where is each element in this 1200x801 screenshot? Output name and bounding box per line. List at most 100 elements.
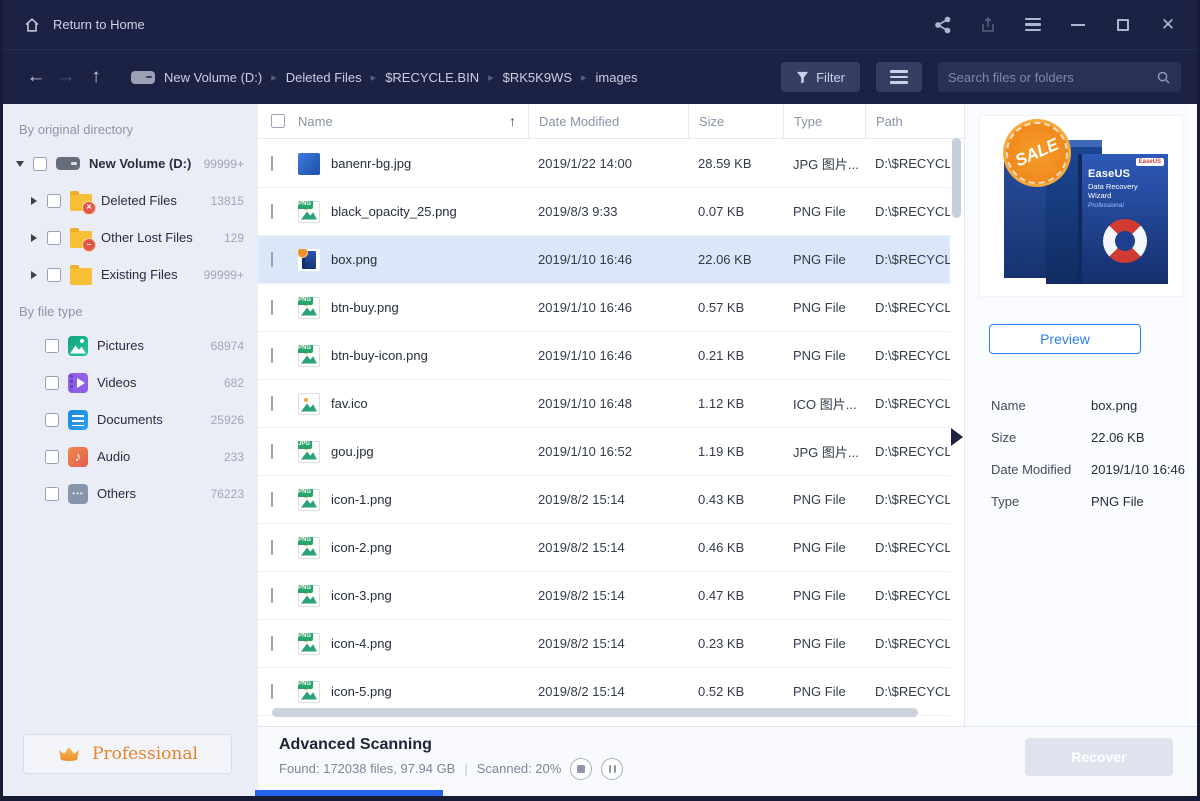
sidebar-item-videos[interactable]: Videos 682 xyxy=(3,364,258,401)
sidebar-item-other-lost-files[interactable]: Other Lost Files 129 xyxy=(3,219,258,256)
expander-down-icon[interactable] xyxy=(15,161,24,167)
file-count: 25926 xyxy=(210,412,244,427)
horizontal-scrollbar[interactable] xyxy=(272,708,918,717)
search-box[interactable] xyxy=(938,62,1181,92)
up-button[interactable]: ↑ xyxy=(81,66,111,88)
table-row-btn-buy-icon-png[interactable]: PNG btn-buy-icon.png 2019/1/10 16:46 0.21 K… xyxy=(258,332,950,380)
stop-scan-button[interactable] xyxy=(570,757,593,780)
select-all-checkbox[interactable] xyxy=(271,114,285,128)
sidebar-item-others[interactable]: Others 76223 xyxy=(3,475,258,512)
file-type: JPG 图片... xyxy=(793,445,859,460)
tree-checkbox[interactable] xyxy=(33,156,47,171)
sort-ascending-icon[interactable]: ↑ xyxy=(509,113,516,129)
table-row-icon-4-png[interactable]: PNG icon-4.png 2019/8/2 15:14 0.23 KB PNG Fi… xyxy=(258,620,950,668)
sidebar-item-audio[interactable]: Audio 233 xyxy=(3,438,258,475)
documents-icon xyxy=(68,409,88,430)
filter-button[interactable]: Filter xyxy=(781,62,860,92)
back-button[interactable]: ← xyxy=(21,66,51,88)
collapse-panel-arrow-icon[interactable] xyxy=(951,428,963,446)
row-checkbox[interactable] xyxy=(271,444,273,459)
column-header-type[interactable]: Type xyxy=(783,104,865,138)
expander-right-icon[interactable] xyxy=(29,234,38,242)
type-checkbox[interactable] xyxy=(45,486,59,501)
table-row-banenr-bg-jpg[interactable]: banenr-bg.jpg 2019/1/22 14:00 28.59 KB JPG … xyxy=(258,140,950,188)
table-row-fav-ico[interactable]: fav.ico 2019/1/10 16:48 1.12 KB ICO 图片... D:… xyxy=(258,380,950,428)
breadcrumb-item-deleted-files[interactable]: Deleted Files xyxy=(286,70,362,85)
row-checkbox[interactable] xyxy=(271,492,273,507)
column-header-date-modified[interactable]: Date Modified xyxy=(528,104,688,138)
column-header-size[interactable]: Size xyxy=(688,104,783,138)
view-options-button[interactable] xyxy=(876,62,922,92)
type-checkbox[interactable] xyxy=(45,412,59,427)
close-button[interactable]: ✕ xyxy=(1159,16,1177,34)
tree-checkbox[interactable] xyxy=(47,230,61,245)
file-count: 99999+ xyxy=(203,267,244,282)
preview-button[interactable]: Preview xyxy=(989,324,1141,354)
sidebar-item-existing-files[interactable]: Existing Files 99999+ xyxy=(3,256,258,293)
file-count: 682 xyxy=(223,375,244,390)
file-type: PNG File xyxy=(793,492,846,507)
table-row-btn-buy-png[interactable]: PNG btn-buy.png 2019/1/10 16:46 0.57 KB PNG … xyxy=(258,284,950,332)
minimize-button[interactable] xyxy=(1069,16,1087,34)
type-checkbox[interactable] xyxy=(45,449,59,464)
sidebar-item-documents[interactable]: Documents 25926 xyxy=(3,401,258,438)
return-to-home-button[interactable]: Return to Home xyxy=(53,17,145,32)
file-name: icon-3.png xyxy=(331,588,392,603)
tree-checkbox[interactable] xyxy=(47,267,61,282)
tree-checkbox[interactable] xyxy=(47,193,61,208)
chevron-right-icon: ▸ xyxy=(271,71,277,84)
search-input[interactable] xyxy=(948,69,1156,85)
breadcrumb-item-new-volume-d[interactable]: New Volume (D:) xyxy=(164,70,262,85)
maximize-button[interactable] xyxy=(1114,16,1132,34)
type-checkbox[interactable] xyxy=(45,338,59,353)
table-row-gou-jpg[interactable]: JPG gou.jpg 2019/1/10 16:52 1.19 KB JPG 图片..… xyxy=(258,428,950,476)
file-format-badge: JPG xyxy=(298,440,313,449)
app-menu-icon[interactable] xyxy=(1024,16,1042,34)
expander-right-icon[interactable] xyxy=(29,271,38,279)
sidebar-item-new-volume-d[interactable]: New Volume (D:) 99999+ xyxy=(3,145,258,182)
app-window: Return to Home ✕ ← → ↑ New Volume (D:) ▸… xyxy=(0,0,1200,801)
table-row-black-opacity-25-png[interactable]: PNG black_opacity_25.png 2019/8/3 9:33 0.07… xyxy=(258,188,950,236)
sidebar-item-deleted-files[interactable]: Deleted Files 13815 xyxy=(3,182,258,219)
file-format-badge: PNG xyxy=(298,536,314,545)
table-row-icon-1-png[interactable]: PNG icon-1.png 2019/8/2 15:14 0.43 KB PNG Fi… xyxy=(258,476,950,524)
vertical-scrollbar-thumb[interactable] xyxy=(952,138,961,218)
row-checkbox[interactable] xyxy=(271,252,273,267)
recover-button[interactable]: Recover xyxy=(1025,738,1173,776)
file-name: gou.jpg xyxy=(331,444,374,459)
file-date: 2019/1/10 16:46 xyxy=(538,300,632,315)
row-checkbox[interactable] xyxy=(271,348,273,363)
breadcrumb-item-images[interactable]: images xyxy=(596,70,638,85)
row-checkbox[interactable] xyxy=(271,156,273,171)
row-checkbox[interactable] xyxy=(271,588,273,603)
row-checkbox[interactable] xyxy=(271,684,273,699)
table-row-icon-2-png[interactable]: PNG icon-2.png 2019/8/2 15:14 0.46 KB PNG Fi… xyxy=(258,524,950,572)
type-checkbox[interactable] xyxy=(45,375,59,390)
row-checkbox[interactable] xyxy=(271,300,273,315)
detail-label: Date Modified xyxy=(991,462,1072,477)
professional-button[interactable]: Professional xyxy=(23,734,232,774)
row-checkbox[interactable] xyxy=(271,636,273,651)
file-date: 2019/8/2 15:14 xyxy=(538,588,625,603)
row-checkbox[interactable] xyxy=(271,540,273,555)
table-row-box-png[interactable]: box.png 2019/1/10 16:46 22.06 KB PNG File D:… xyxy=(258,236,950,284)
file-format-badge: PNG xyxy=(298,584,314,593)
file-type: PNG File xyxy=(793,300,846,315)
share-icon[interactable] xyxy=(934,16,952,34)
column-header-name[interactable]: Name ↑ xyxy=(298,104,528,138)
breadcrumb-item-recycle-bin[interactable]: $RECYCLE.BIN xyxy=(385,70,479,85)
others-icon xyxy=(68,483,88,504)
sidebar-item-pictures[interactable]: Pictures 68974 xyxy=(3,327,258,364)
png-file-icon: PNG xyxy=(298,344,320,367)
expander-right-icon[interactable] xyxy=(29,197,38,205)
column-header-path[interactable]: Path xyxy=(865,104,964,138)
pause-scan-button[interactable] xyxy=(601,757,624,780)
jpg-file-icon: JPG xyxy=(298,440,320,463)
file-path: D:\$RECYCLE.B xyxy=(875,588,950,603)
file-size: 0.52 KB xyxy=(698,684,745,699)
breadcrumb-item-rk5k9ws[interactable]: $RK5K9WS xyxy=(503,70,572,85)
row-checkbox[interactable] xyxy=(271,396,273,411)
sidebar-item-label: Documents xyxy=(97,412,163,427)
table-row-icon-3-png[interactable]: PNG icon-3.png 2019/8/2 15:14 0.47 KB PNG Fi… xyxy=(258,572,950,620)
row-checkbox[interactable] xyxy=(271,204,273,219)
